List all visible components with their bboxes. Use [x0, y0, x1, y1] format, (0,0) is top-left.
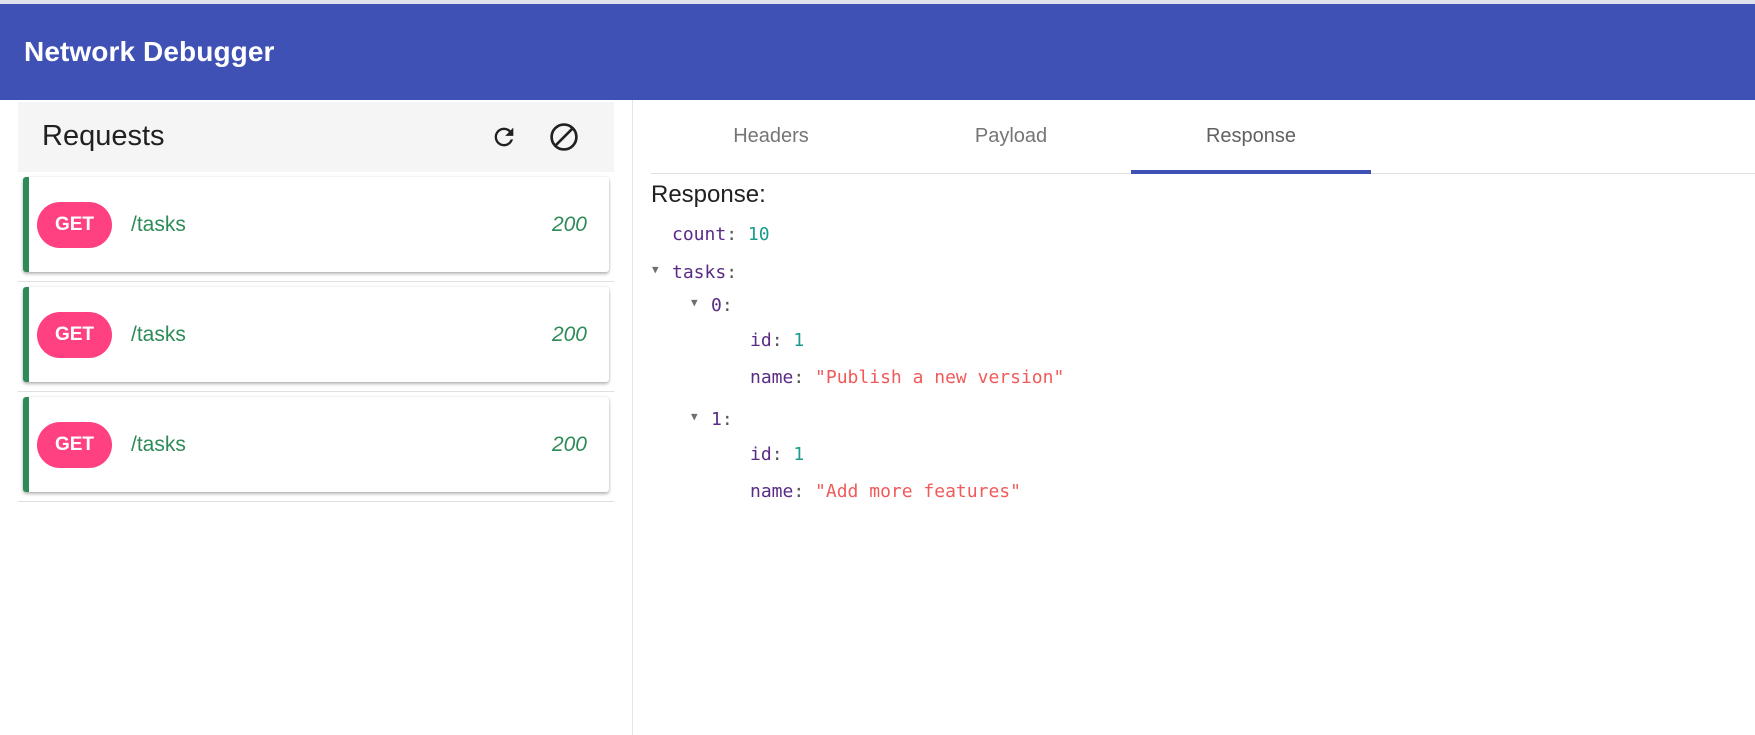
app-title: Network Debugger [24, 36, 275, 67]
list-item: GET /tasks 200 [18, 392, 614, 502]
refresh-button[interactable] [488, 121, 520, 153]
request-path: /tasks [131, 213, 186, 236]
json-row-name: name: "Publish a new version" [750, 367, 1065, 388]
json-key: name [750, 481, 794, 502]
panel-divider [632, 100, 633, 735]
json-row-index: 0: [711, 295, 733, 316]
tab-response[interactable]: Response [1131, 100, 1371, 173]
json-string: "Publish a new version" [815, 367, 1065, 388]
collapse-arrow-icon[interactable]: ▼ [652, 263, 659, 276]
method-badge: GET [37, 202, 112, 248]
json-key: name [750, 367, 794, 388]
requests-panel: Requests GET /tasks 200 GET /tasks 200 G… [0, 100, 632, 735]
request-card[interactable]: GET /tasks 200 [23, 177, 609, 272]
json-key: 0 [711, 295, 722, 316]
status-code: 200 [551, 433, 587, 456]
list-item: GET /tasks 200 [18, 282, 614, 392]
json-key: id [750, 444, 772, 465]
tab-payload[interactable]: Payload [891, 100, 1131, 173]
refresh-icon [494, 127, 514, 147]
json-key: 1 [711, 409, 722, 430]
request-path: /tasks [131, 323, 186, 346]
list-item: GET /tasks 200 [18, 172, 614, 282]
json-key: id [750, 330, 772, 351]
collapse-arrow-icon[interactable]: ▼ [691, 410, 698, 423]
json-key: count [672, 224, 727, 245]
tab-headers[interactable]: Headers [651, 100, 891, 173]
method-badge: GET [37, 312, 112, 358]
json-row-tasks: tasks: [672, 262, 738, 283]
json-key: tasks [672, 262, 727, 283]
requests-title: Requests [42, 120, 165, 152]
status-code: 200 [551, 213, 587, 236]
method-badge: GET [37, 422, 112, 468]
json-number: 1 [793, 330, 805, 351]
json-row-id: id: 1 [750, 330, 805, 351]
json-row-name: name: "Add more features" [750, 481, 1021, 502]
request-path: /tasks [131, 433, 186, 456]
clear-requests-button[interactable] [548, 121, 580, 153]
details-tabs: Headers Payload Response [651, 100, 1755, 174]
request-card[interactable]: GET /tasks 200 [23, 287, 609, 382]
response-label: Response: [651, 181, 766, 208]
block-icon [550, 123, 578, 151]
requests-header: Requests [18, 102, 614, 172]
request-card[interactable]: GET /tasks 200 [23, 397, 609, 492]
active-tab-indicator [1131, 170, 1371, 174]
app-bar: Network Debugger [0, 4, 1755, 100]
json-row-count: count: 10 [672, 224, 770, 245]
json-row-index: 1: [711, 409, 733, 430]
json-string: "Add more features" [815, 481, 1021, 502]
collapse-arrow-icon[interactable]: ▼ [691, 296, 698, 309]
json-row-id: id: 1 [750, 444, 805, 465]
json-number: 1 [793, 444, 805, 465]
json-number: 10 [747, 224, 770, 245]
request-list: GET /tasks 200 GET /tasks 200 GET /tasks… [18, 172, 614, 502]
status-code: 200 [551, 323, 587, 346]
